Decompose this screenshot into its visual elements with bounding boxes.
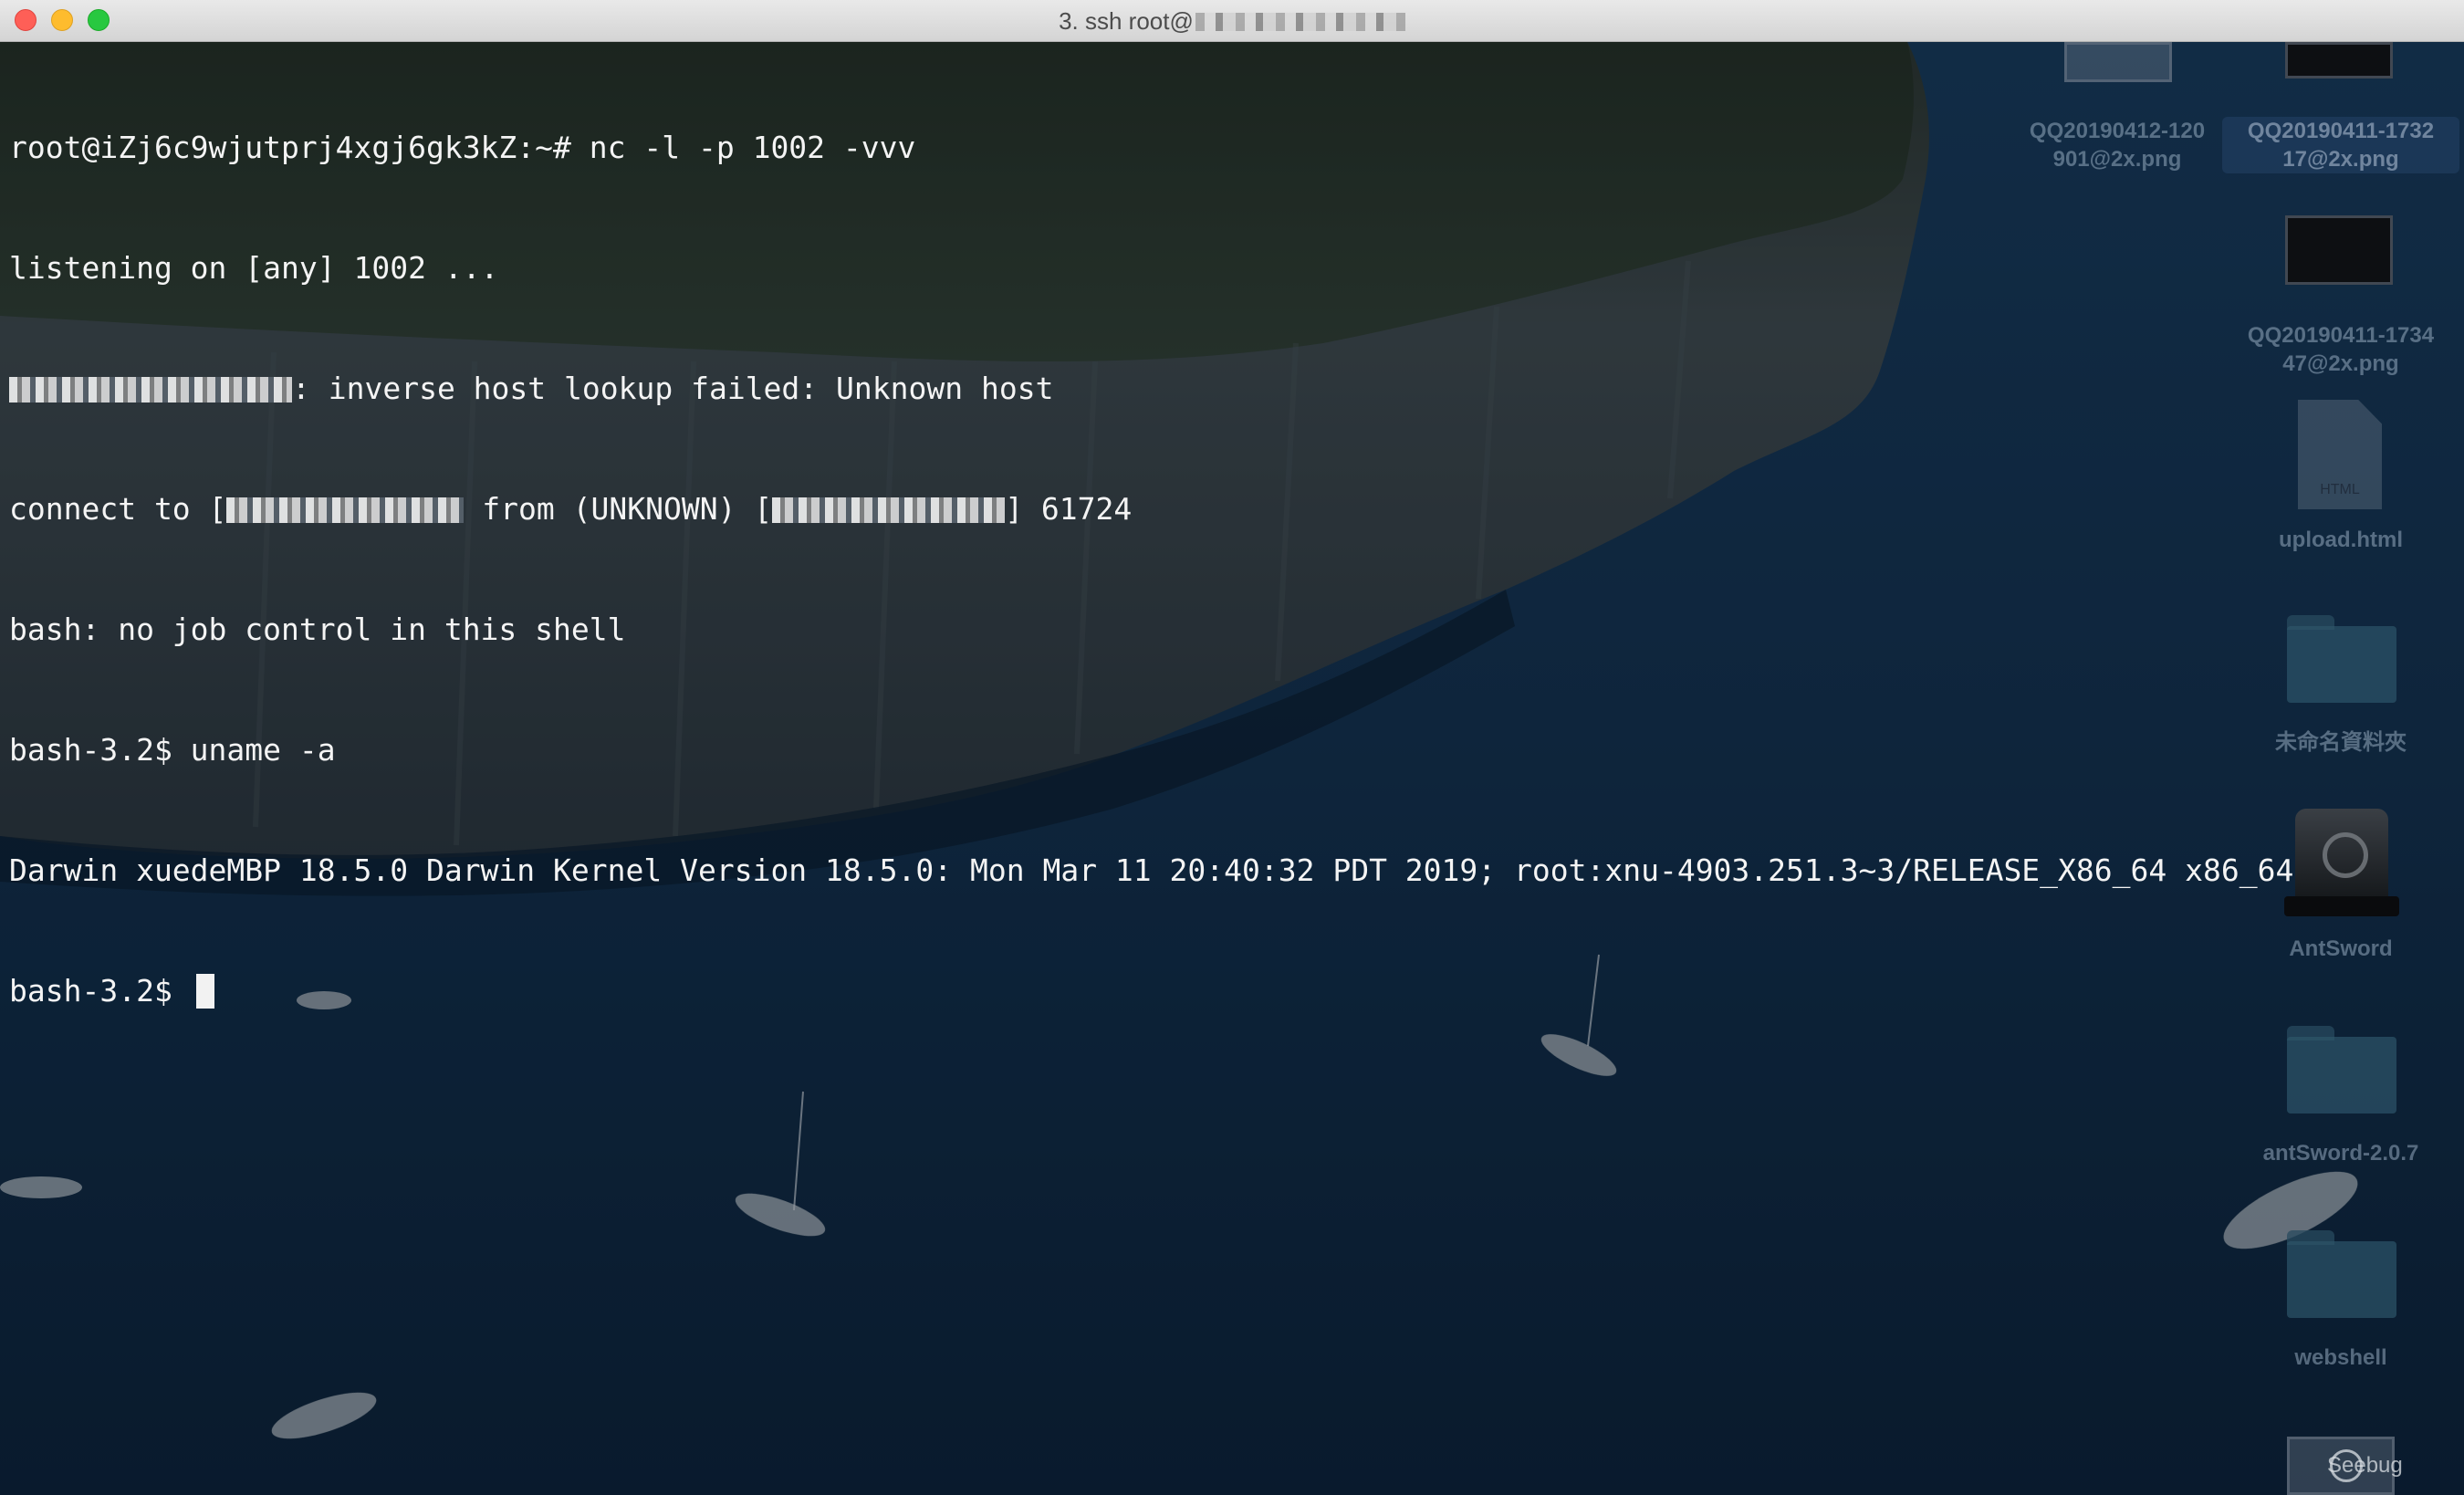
terminal-line: connect to [ from (UNKNOWN) [ ] 61724 — [9, 489, 2345, 529]
terminal-line: Darwin xuedeMBP 18.5.0 Darwin Kernel Ver… — [9, 852, 2294, 888]
redacted-ip — [226, 497, 465, 523]
folder-icon[interactable] — [2287, 1230, 2396, 1318]
terminal-line: listening on [any] 1002 ... — [9, 250, 499, 286]
redacted-ip — [772, 497, 1006, 523]
terminal-line: bash-3.2$ uname -a — [9, 732, 336, 768]
terminal-text: ] 61724 — [1005, 491, 1133, 527]
text-cursor — [195, 974, 214, 1009]
window-title: 3. ssh root@ — [0, 7, 2464, 36]
terminal-prompt-line[interactable]: bash-3.2$ — [9, 971, 2345, 1011]
redacted-ip — [9, 377, 292, 402]
terminal-text: : inverse host lookup failed: Unknown ho… — [292, 371, 1054, 406]
desktop-icon-label[interactable]: antSword-2.0.7 — [2222, 1139, 2459, 1167]
watermark: Seebug — [2327, 1453, 2403, 1478]
terminal-text: connect to [ — [9, 491, 227, 527]
window-titlebar: 3. ssh root@ — [0, 0, 2464, 42]
terminal-line: bash: no job control in this shell — [9, 612, 626, 647]
redacted-host — [1195, 13, 1405, 31]
terminal-line: root@iZj6c9wjutprj4xgj6gk3kZ:~# nc -l -p… — [9, 130, 916, 165]
terminal-line: : inverse host lookup failed: Unknown ho… — [9, 369, 2345, 409]
terminal-text: from (UNKNOWN) [ — [464, 491, 773, 527]
window-title-text: 3. ssh root@ — [1059, 7, 1194, 35]
desktop-icon-label[interactable]: webshell — [2222, 1343, 2459, 1372]
terminal-output[interactable]: root@iZj6c9wjutprj4xgj6gk3kZ:~# nc -l -p… — [9, 47, 2345, 1051]
shell-prompt: bash-3.2$ — [9, 973, 191, 1009]
